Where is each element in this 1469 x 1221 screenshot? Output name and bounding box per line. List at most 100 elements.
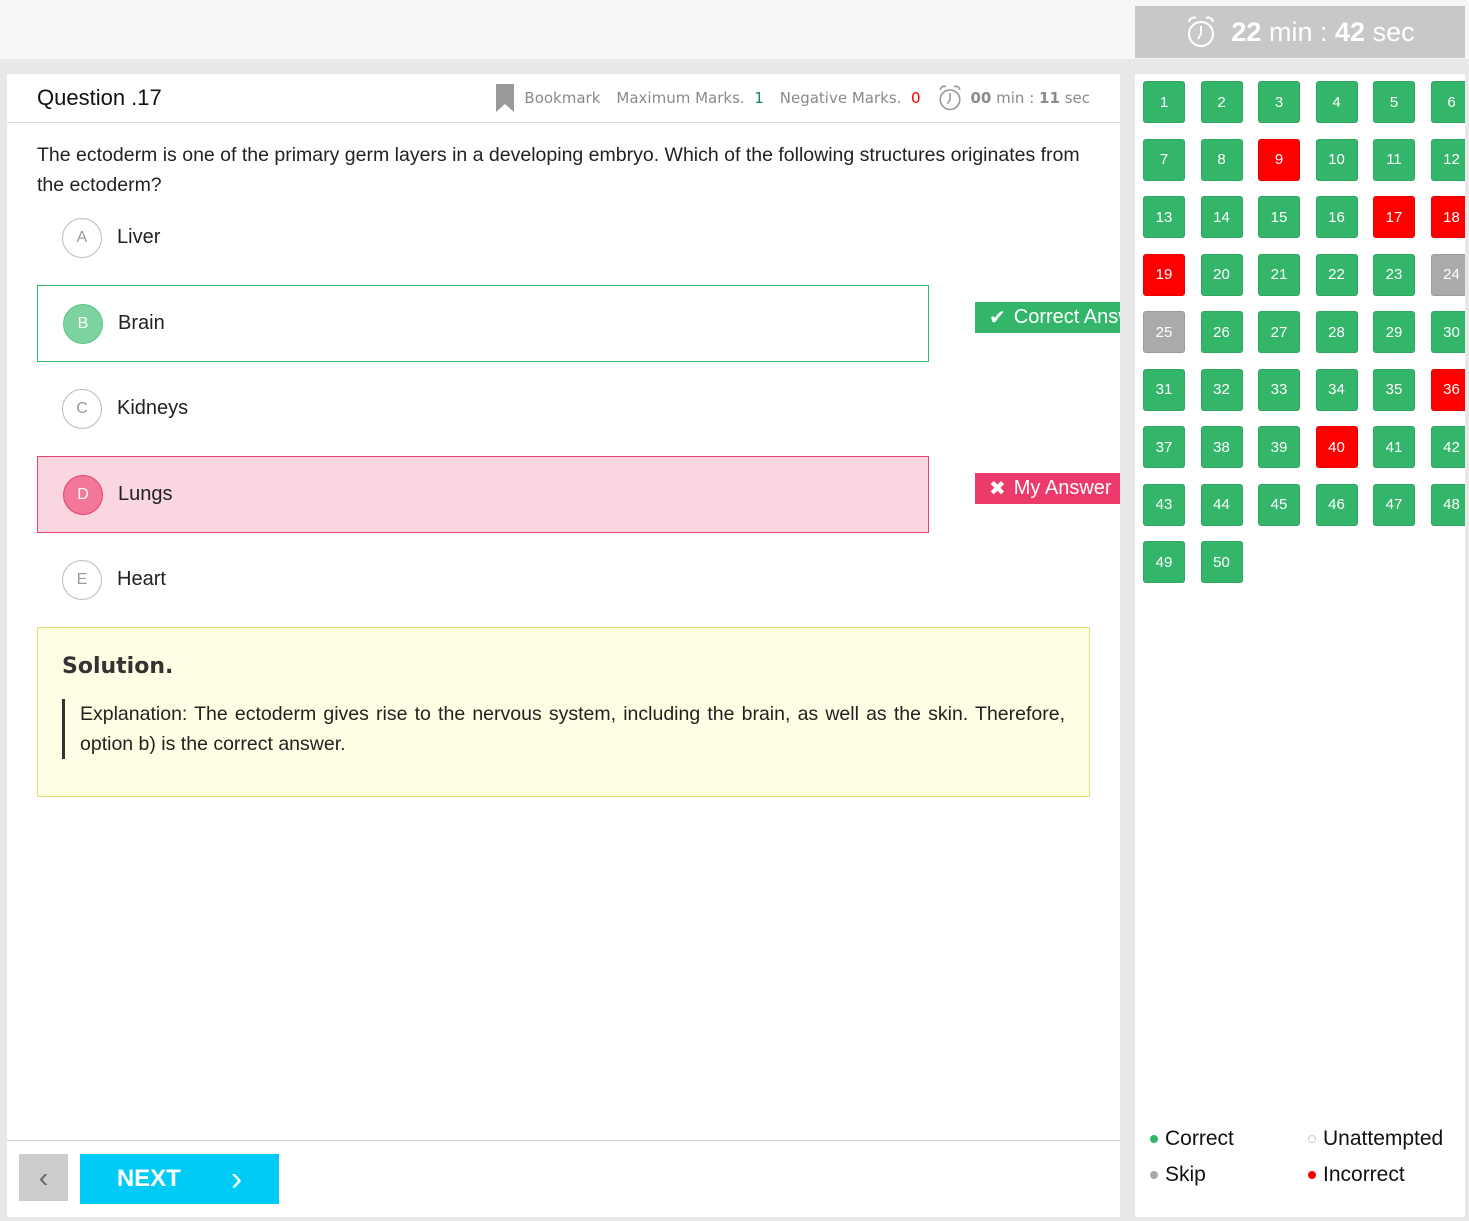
palette-question-33[interactable]: 33 <box>1258 368 1300 411</box>
palette-question-37[interactable]: 37 <box>1143 426 1185 468</box>
palette-question-19[interactable]: 19 <box>1143 253 1185 296</box>
bookmark-label: Bookmark <box>524 89 601 107</box>
legend-incorrect: Incorrect <box>1308 1163 1465 1187</box>
alarm-clock-icon <box>1188 16 1215 47</box>
palette-question-9[interactable]: 9 <box>1258 138 1300 181</box>
legend: Correct Unattempted Skip Incorrect <box>1150 1127 1465 1187</box>
palette-question-50[interactable]: 50 <box>1200 541 1243 583</box>
timer-min-label: min : <box>1268 16 1328 47</box>
palette-question-22[interactable]: 22 <box>1315 253 1358 296</box>
question-palette: 1 2 3 4 5 6 7 8 9 10 11 12 13 14 15 16 17 18 19 20 21 22 23 24 2… <box>1135 74 1465 1217</box>
timer-sec-label: sec <box>1372 16 1415 47</box>
palette-question-47[interactable]: 47 <box>1373 483 1415 526</box>
palette-question-49[interactable]: 49 <box>1143 541 1185 583</box>
palette-question-29[interactable]: 29 <box>1373 311 1415 353</box>
question-title: Question .17 <box>37 85 162 110</box>
correct-answer-tag: ✔Correct Answer <box>975 302 1120 333</box>
option-letter: D <box>63 474 103 515</box>
option-letter: C <box>62 388 102 429</box>
palette-question-41[interactable]: 41 <box>1373 426 1415 468</box>
option-text: Liver <box>117 226 161 248</box>
question-header: Question .17 Bookmark Maximum Marks. 1 N… <box>7 74 1120 123</box>
my-answer-tag: ✖ My Answer <box>975 473 1120 504</box>
question-panel: Question .17 Bookmark Maximum Marks. 1 N… <box>7 74 1120 1217</box>
palette-question-24[interactable]: 24 <box>1430 253 1465 296</box>
palette-question-26[interactable]: 26 <box>1200 311 1243 353</box>
palette-question-20[interactable]: 20 <box>1200 253 1243 296</box>
palette-question-10[interactable]: 10 <box>1315 138 1358 181</box>
next-button[interactable]: NEXT › <box>80 1154 279 1204</box>
option-a[interactable]: A Liver <box>37 199 929 276</box>
palette-question-18[interactable]: 18 <box>1430 196 1465 238</box>
palette-question-35[interactable]: 35 <box>1373 368 1415 411</box>
palette-question-6[interactable]: 6 <box>1430 81 1465 123</box>
palette-question-38[interactable]: 38 <box>1200 426 1243 468</box>
next-label: NEXT <box>116 1165 181 1192</box>
palette-question-42[interactable]: 42 <box>1430 426 1465 468</box>
option-letter: A <box>62 217 102 258</box>
max-marks-value: 1 <box>754 89 764 107</box>
solution-title: Solution. <box>62 654 174 679</box>
neg-marks-label: Negative Marks. <box>779 89 902 107</box>
legend-unattempted: Unattempted <box>1308 1127 1465 1151</box>
palette-question-16[interactable]: 16 <box>1315 196 1358 238</box>
question-timer: 00 min : 11 sec <box>937 83 1090 113</box>
palette-question-23[interactable]: 23 <box>1373 253 1415 296</box>
chevron-right-icon: › <box>230 1159 243 1198</box>
check-icon: ✔ <box>989 307 1006 329</box>
palette-question-45[interactable]: 45 <box>1258 483 1300 526</box>
option-d[interactable]: D Lungs <box>37 456 929 533</box>
footer: ‹ NEXT › <box>7 1140 1120 1217</box>
palette-question-17[interactable]: 17 <box>1373 196 1415 238</box>
palette-question-3[interactable]: 3 <box>1258 81 1300 123</box>
palette-question-30[interactable]: 30 <box>1430 311 1465 353</box>
option-text: Lungs <box>118 483 173 505</box>
palette-question-21[interactable]: 21 <box>1258 253 1300 296</box>
timer-minutes: 22 <box>1231 16 1262 47</box>
option-c[interactable]: C Kidneys <box>37 370 929 447</box>
palette-question-27[interactable]: 27 <box>1258 311 1300 353</box>
option-letter: B <box>63 303 103 344</box>
palette-question-39[interactable]: 39 <box>1258 426 1300 468</box>
solution-text: Explanation: The ectoderm gives rise to … <box>62 699 1065 759</box>
chevron-left-icon: ‹ <box>38 1161 49 1193</box>
palette-question-11[interactable]: 11 <box>1373 138 1415 181</box>
neg-marks-value: 0 <box>910 89 921 107</box>
palette-question-40[interactable]: 40 <box>1315 426 1358 468</box>
palette-question-44[interactable]: 44 <box>1200 483 1243 526</box>
palette-question-8[interactable]: 8 <box>1200 138 1243 181</box>
option-e[interactable]: E Heart <box>37 541 929 618</box>
palette-question-5[interactable]: 5 <box>1373 81 1415 123</box>
timer-seconds: 42 <box>1335 16 1366 47</box>
question-text: The ectoderm is one of the primary germ … <box>37 144 1080 196</box>
palette-question-28[interactable]: 28 <box>1315 311 1358 353</box>
previous-button[interactable]: ‹ <box>19 1154 68 1201</box>
solution-box: Solution. Explanation: The ectoderm give… <box>37 627 1090 797</box>
option-text: Heart <box>117 568 166 590</box>
palette-question-1[interactable]: 1 <box>1143 81 1185 123</box>
palette-question-43[interactable]: 43 <box>1143 483 1185 526</box>
palette-question-2[interactable]: 2 <box>1200 81 1243 123</box>
bookmark-button[interactable]: Bookmark <box>496 84 600 112</box>
bookmark-icon <box>496 84 515 112</box>
palette-question-12[interactable]: 12 <box>1430 138 1465 181</box>
palette-question-48[interactable]: 48 <box>1430 483 1465 526</box>
option-letter: E <box>62 559 102 600</box>
palette-question-36[interactable]: 36 <box>1430 368 1465 411</box>
palette-question-13[interactable]: 13 <box>1143 196 1185 238</box>
palette-question-4[interactable]: 4 <box>1315 81 1358 123</box>
palette-question-7[interactable]: 7 <box>1143 138 1185 181</box>
palette-question-34[interactable]: 34 <box>1315 368 1358 411</box>
option-text: Kidneys <box>117 397 189 419</box>
palette-question-15[interactable]: 15 <box>1258 196 1300 238</box>
option-b[interactable]: B Brain <box>37 285 929 362</box>
palette-question-32[interactable]: 32 <box>1200 368 1243 411</box>
palette-question-31[interactable]: 31 <box>1143 368 1185 411</box>
max-marks-label: Maximum Marks. <box>616 89 745 107</box>
palette-question-46[interactable]: 46 <box>1315 483 1358 526</box>
palette-question-14[interactable]: 14 <box>1200 196 1243 238</box>
legend-skip: Skip <box>1150 1163 1308 1187</box>
x-icon: ✖ <box>989 478 1006 500</box>
alarm-clock-icon <box>938 85 961 111</box>
palette-question-25[interactable]: 25 <box>1143 311 1185 353</box>
